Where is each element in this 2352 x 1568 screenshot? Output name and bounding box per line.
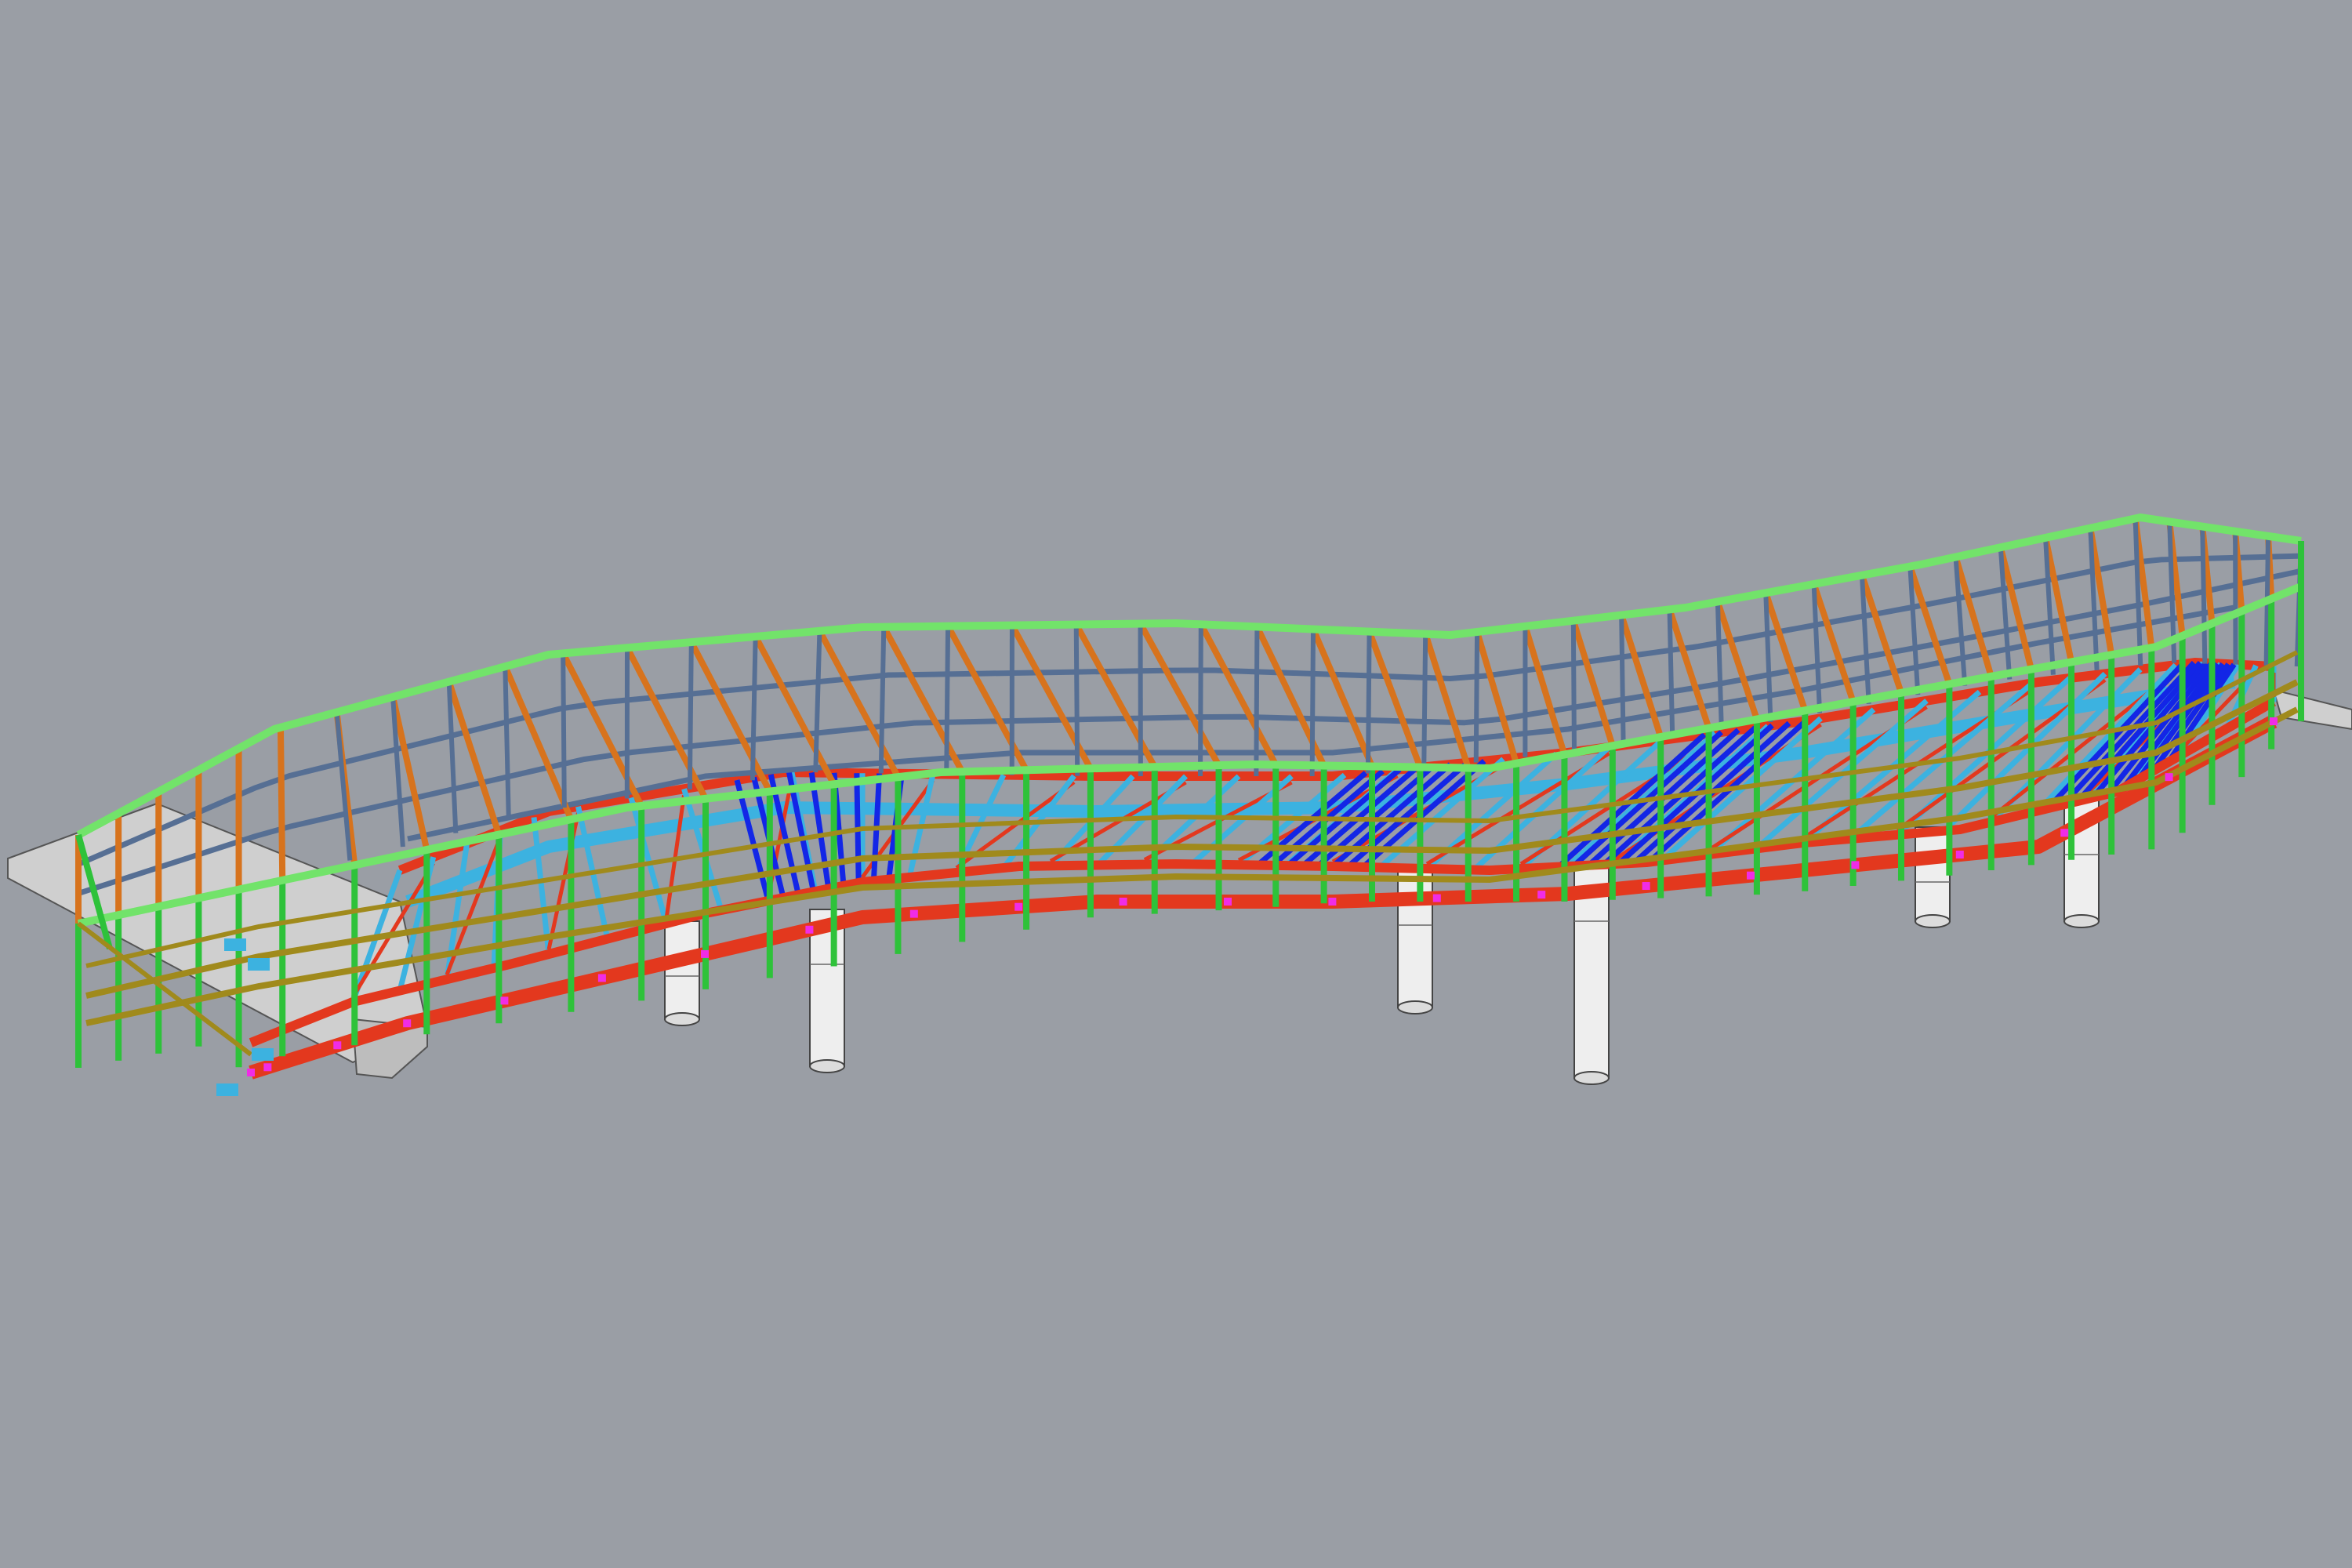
- column-base-joint: [2165, 773, 2173, 782]
- pier-base-1: [664, 1012, 700, 1026]
- bearing-pad-3: [224, 938, 246, 951]
- bearing-pad-2: [252, 1048, 274, 1061]
- column-base-joint: [701, 949, 710, 958]
- column-base-joint: [1955, 851, 1964, 859]
- back-column: [1619, 615, 1626, 744]
- column-base-joint: [403, 1019, 412, 1028]
- column-base-joint: [909, 909, 918, 918]
- column-base-joint: [1014, 902, 1023, 911]
- pier-base-5: [1915, 914, 1951, 928]
- back-column: [1570, 620, 1577, 752]
- back-column: [1198, 624, 1203, 777]
- column-base-joint: [1224, 898, 1232, 906]
- back-column: [687, 642, 694, 789]
- back-column: [1421, 633, 1428, 768]
- bearing-pad-1: [216, 1083, 238, 1096]
- back-column: [561, 653, 567, 808]
- pier-5: [1915, 826, 1951, 922]
- back-column: [944, 626, 951, 775]
- back-column: [878, 626, 887, 774]
- back-column: [1254, 626, 1260, 777]
- back-column: [1365, 631, 1372, 774]
- column-base-joint: [500, 996, 509, 1005]
- column-base-joint: [1642, 882, 1650, 891]
- column-base-joint: [1747, 871, 1755, 880]
- bridge-model-view: [0, 0, 2352, 1568]
- roof-rafter: [277, 727, 286, 880]
- back-column: [750, 636, 758, 781]
- column-base-joint: [263, 1063, 272, 1072]
- back-column: [1309, 629, 1316, 777]
- column-base-joint: [597, 974, 606, 982]
- pier-3: [1397, 869, 1433, 1008]
- column-base-joint: [1328, 898, 1337, 906]
- back-column: [2200, 526, 2208, 664]
- column-base-joint: [1432, 894, 1441, 902]
- column-base-joint: [1851, 861, 1860, 869]
- column-base-joint: [247, 1069, 255, 1076]
- pier-1: [664, 920, 700, 1020]
- pier-base-4: [1573, 1071, 1610, 1085]
- back-column: [1473, 631, 1480, 763]
- column-base-joint: [805, 925, 814, 934]
- column-base-joint: [1119, 898, 1127, 906]
- back-column: [1667, 609, 1675, 737]
- column-base-joint: [2060, 829, 2069, 837]
- pier-base-6: [2063, 914, 2100, 928]
- column-base-joint: [1537, 891, 1546, 899]
- pier-base-3: [1397, 1000, 1433, 1014]
- back-column: [1073, 624, 1080, 776]
- column-base-joint: [2270, 717, 2278, 725]
- column-base-joint: [333, 1041, 342, 1050]
- bearing-pad-4: [248, 958, 270, 971]
- pier-base-2: [809, 1059, 845, 1073]
- 3d-viewport[interactable]: [0, 0, 2352, 1568]
